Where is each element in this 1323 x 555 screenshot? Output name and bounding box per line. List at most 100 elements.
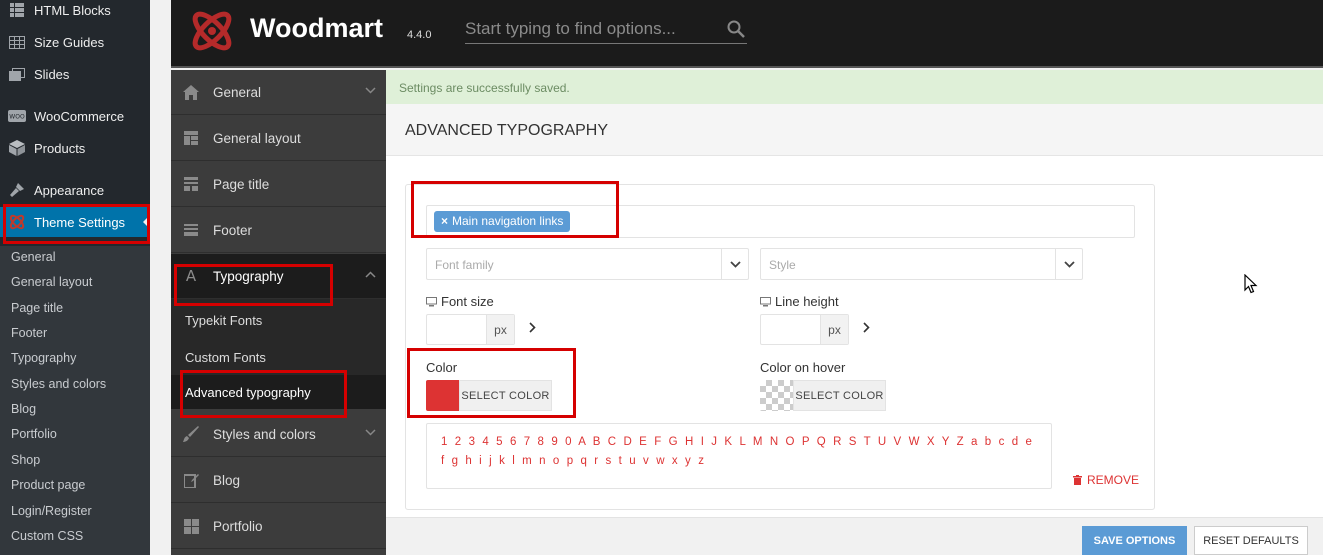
wp-menu-products[interactable]: Products xyxy=(0,135,150,161)
line-height-label: Line height xyxy=(760,294,839,309)
font-size-label: Font size xyxy=(426,294,494,309)
page-title-icon xyxy=(183,176,199,192)
wp-menu-theme-settings[interactable]: Theme Settings xyxy=(0,207,150,237)
search-placeholder: Start typing to find options... xyxy=(465,19,676,38)
chevron-right-icon[interactable] xyxy=(529,321,536,336)
submenu-advanced-typography[interactable]: Advanced typography xyxy=(171,375,386,409)
selector-field[interactable]: × Main navigation links xyxy=(426,205,1135,238)
chevron-right-icon[interactable] xyxy=(863,321,870,336)
wp-menu-html-blocks[interactable]: HTML Blocks xyxy=(0,0,150,23)
remove-rule-button[interactable]: REMOVE xyxy=(1073,473,1139,487)
menu-label: General xyxy=(213,84,262,100)
wp-submenu-item[interactable]: Page title xyxy=(11,301,63,315)
wp-submenu-item[interactable]: Shop xyxy=(11,453,40,467)
menu-label: Styles and colors xyxy=(213,426,316,442)
select-color-button[interactable]: SELECT COLOR xyxy=(459,380,552,411)
brush-icon xyxy=(8,183,26,197)
desktop-icon xyxy=(426,296,437,306)
wp-menu-label: Size Guides xyxy=(34,34,105,50)
success-notice: Settings are successfully saved. xyxy=(386,70,1323,104)
chevron-down-icon xyxy=(721,249,748,279)
font-family-placeholder: Font family xyxy=(435,258,494,272)
wp-submenu-item[interactable]: Custom CSS xyxy=(11,529,83,543)
woo-icon: WOO xyxy=(8,109,26,123)
trash-icon xyxy=(1073,475,1082,485)
box-icon xyxy=(8,140,26,156)
font-family-select[interactable]: Font family xyxy=(426,248,749,280)
footer-icon xyxy=(183,222,199,238)
font-size-input[interactable]: px xyxy=(426,314,515,345)
hover-color-swatch[interactable] xyxy=(760,380,793,411)
menu-label: Page title xyxy=(213,176,270,192)
wp-menu-size-guides[interactable]: Size Guides xyxy=(0,29,150,55)
edit-icon xyxy=(183,472,199,488)
version-label: 4.4.0 xyxy=(407,29,432,41)
save-options-button[interactable]: SAVE OPTIONS xyxy=(1082,526,1187,555)
brand-name: Woodmart xyxy=(250,13,383,43)
menu-label: Typography xyxy=(213,268,284,284)
selector-tag[interactable]: × Main navigation links xyxy=(434,211,571,232)
wp-menu-label: Theme Settings xyxy=(34,214,126,230)
menu-general-layout[interactable]: General layout xyxy=(171,116,386,161)
reset-defaults-button[interactable]: RESET DEFAULTS xyxy=(1194,526,1308,555)
typography-preview: 1 2 3 4 5 6 7 8 9 0 A B C D E F G H I J … xyxy=(426,423,1052,489)
slides-icon xyxy=(8,67,26,81)
color-hover-label: Color on hover xyxy=(760,360,846,375)
woodmart-icon xyxy=(8,214,26,230)
select-hover-color-button[interactable]: SELECT COLOR xyxy=(793,380,886,411)
chevron-down-icon xyxy=(365,427,376,439)
home-icon xyxy=(183,84,199,100)
wp-menu-label: WooCommerce xyxy=(34,108,125,124)
font-style-select[interactable]: Style xyxy=(760,248,1083,280)
section-header: ADVANCED TYPOGRAPHY xyxy=(386,104,1323,156)
wp-submenu-item[interactable]: Styles and colors xyxy=(11,377,106,391)
tag-remove-icon[interactable]: × xyxy=(441,214,448,228)
wp-submenu: General General layout Page title Footer… xyxy=(0,246,150,555)
chevron-down-icon xyxy=(365,85,376,97)
menu-styles-and-colors[interactable]: Styles and colors xyxy=(171,412,386,457)
style-placeholder: Style xyxy=(769,258,796,272)
menu-page-title[interactable]: Page title xyxy=(171,162,386,207)
wp-menu-label: Appearance xyxy=(34,182,105,198)
wp-submenu-item[interactable]: Footer xyxy=(11,326,47,340)
mouse-cursor-icon xyxy=(1244,274,1258,294)
menu-portfolio[interactable]: Portfolio xyxy=(171,504,386,549)
desktop-icon xyxy=(760,296,771,306)
wp-menu-label: Slides xyxy=(34,66,70,82)
wp-menu-label: Products xyxy=(34,140,86,156)
wp-admin-sidebar: HTML Blocks Size Guides Slides WOO WooCo… xyxy=(0,0,150,555)
color-swatch[interactable] xyxy=(426,380,459,411)
wp-submenu-item[interactable]: Product page xyxy=(11,478,85,492)
options-content: Settings are successfully saved. ADVANCE… xyxy=(386,70,1323,555)
unit-label: px xyxy=(486,315,514,344)
options-search-input[interactable]: Start typing to find options... xyxy=(465,16,747,44)
menu-label: Footer xyxy=(213,222,253,238)
wp-menu-woocommerce[interactable]: WOO WooCommerce xyxy=(0,103,150,129)
wp-submenu-item[interactable]: General xyxy=(11,250,55,264)
wp-submenu-item[interactable]: Portfolio xyxy=(11,427,57,441)
wp-submenu-item[interactable]: Login/Register xyxy=(11,504,92,518)
menu-label: Portfolio xyxy=(213,518,263,534)
grid-icon xyxy=(183,518,199,534)
layout-icon xyxy=(183,130,199,146)
wp-menu-slides[interactable]: Slides xyxy=(0,61,150,87)
menu-blog[interactable]: Blog xyxy=(171,458,386,503)
menu-typography[interactable]: A Typography xyxy=(171,254,386,299)
font-size-label-text: Font size xyxy=(441,294,494,309)
wp-submenu-item[interactable]: Typography xyxy=(11,351,76,365)
submenu-typekit-fonts[interactable]: Typekit Fonts xyxy=(185,313,262,328)
chevron-up-icon xyxy=(365,269,376,281)
submenu-custom-fonts[interactable]: Custom Fonts xyxy=(185,350,266,365)
wp-menu-label: HTML Blocks xyxy=(34,2,111,18)
wp-submenu-item[interactable]: General layout xyxy=(11,275,92,289)
wp-submenu-item[interactable]: Blog xyxy=(11,402,36,416)
remove-label: REMOVE xyxy=(1087,473,1140,487)
search-icon xyxy=(727,20,745,38)
wp-menu-appearance[interactable]: Appearance xyxy=(0,177,150,203)
menu-general[interactable]: General xyxy=(171,70,386,115)
menu-label: General layout xyxy=(213,130,301,146)
menu-footer[interactable]: Footer xyxy=(171,208,386,253)
line-height-input[interactable]: px xyxy=(760,314,849,345)
woodmart-header: Woodmart 4.4.0 Start typing to find opti… xyxy=(171,0,1323,68)
brush-icon xyxy=(183,426,199,442)
